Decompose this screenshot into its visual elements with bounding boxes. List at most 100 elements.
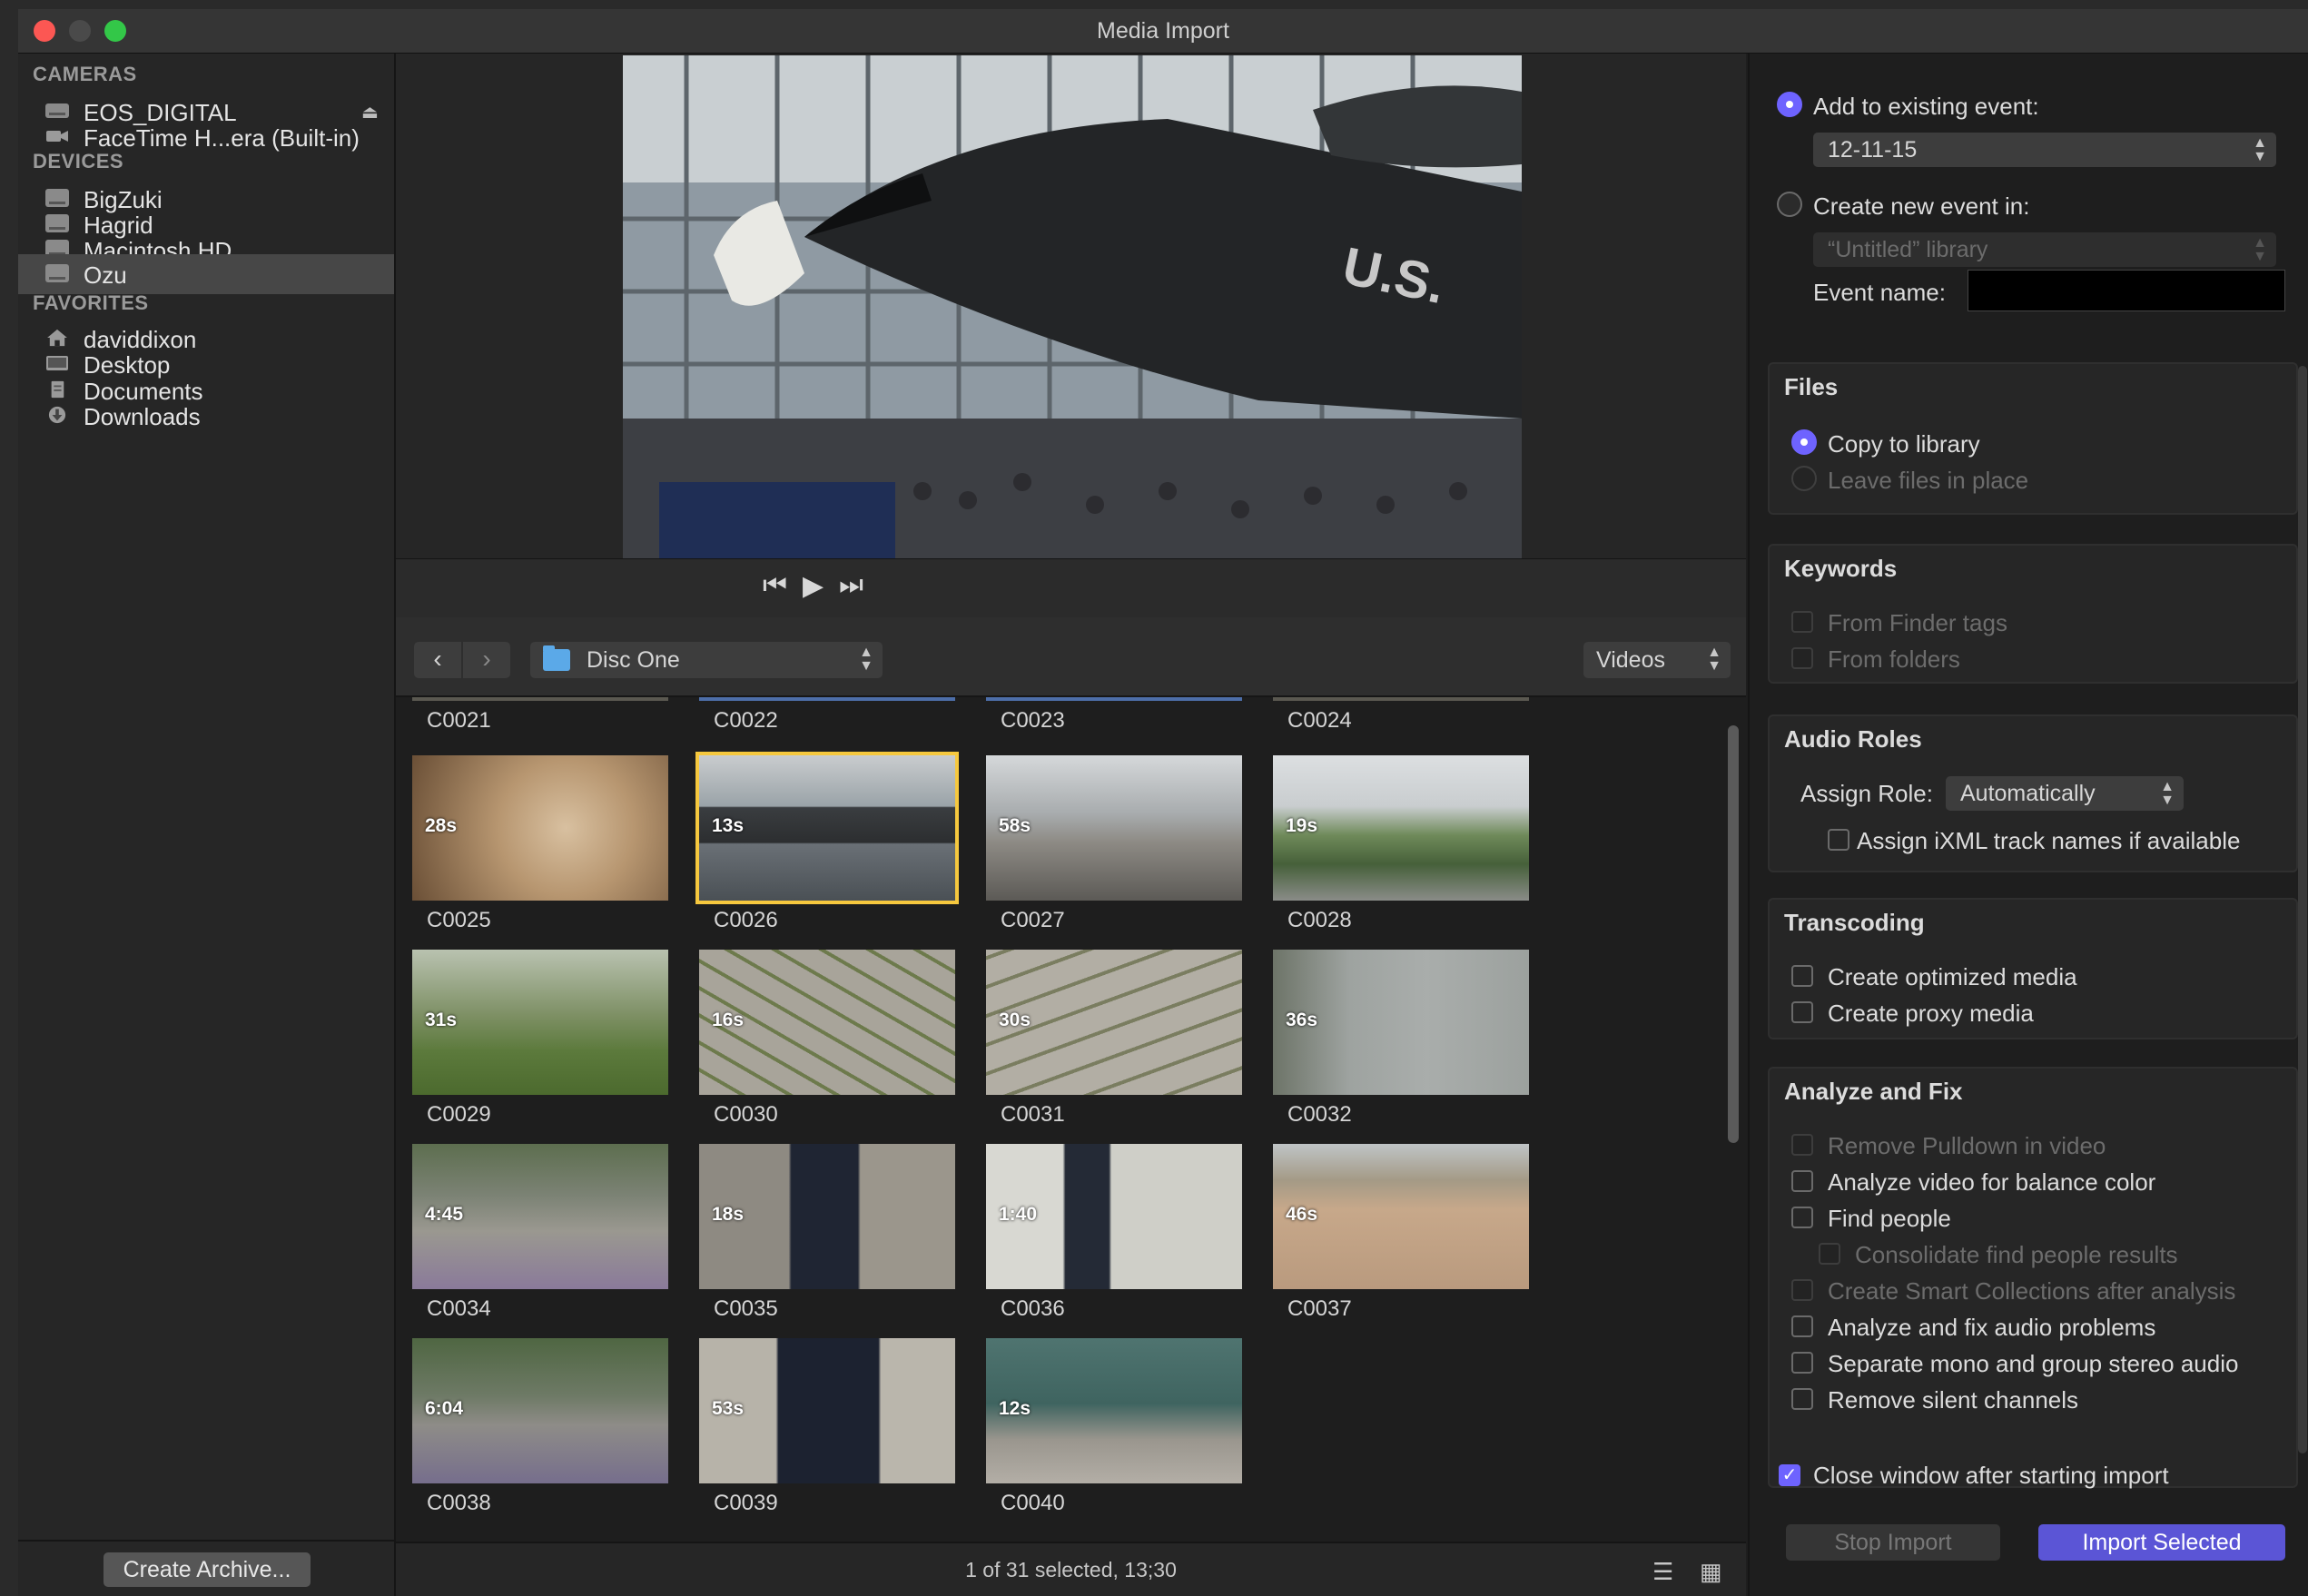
remove-pulldown-label: Remove Pulldown in video [1828, 1132, 2106, 1159]
next-clip-button[interactable]: ⏭ [839, 570, 863, 601]
preview-image: U.S. [623, 55, 1522, 558]
copy-to-library-label: Copy to library [1828, 430, 1980, 458]
sidebar-item-label: Downloads [84, 403, 201, 430]
hard-disk-icon [45, 264, 69, 282]
clip-name: C0026 [714, 908, 778, 932]
clip-name: C0032 [1287, 1102, 1352, 1127]
devices-heading: DEVICES [33, 150, 124, 172]
folder-popup[interactable]: Disc One ▲ ▼ [530, 642, 883, 678]
back-button[interactable]: ‹ [414, 642, 461, 678]
clip-name: C0036 [1001, 1296, 1065, 1321]
folder-popup-label: Disc One [587, 647, 680, 673]
assign-role-value: Automatically [1960, 781, 2096, 806]
assign-ixml-checkbox[interactable] [1828, 829, 1849, 851]
center-panel: U.S. ⏮ ▶ ⏭ ‹ › Disc One ▲ ▼ Videos ▲ ▼ C… [396, 54, 1746, 1596]
clip-duration: 4:45 [425, 1204, 464, 1225]
media-filter-popup[interactable]: Videos ▲ ▼ [1583, 642, 1731, 678]
analyze-audio-problems-label: Analyze and fix audio problems [1828, 1314, 2156, 1341]
updown-chevron-icon: ▲ ▼ [2160, 779, 2175, 808]
analyze-and-fix-section: Analyze and Fix Remove Pulldown in video… [1768, 1067, 2298, 1488]
facetime-camera-icon [46, 131, 68, 142]
sidebar-item-label: Ozu [84, 261, 127, 289]
camera-card-icon [45, 103, 69, 118]
add-to-existing-event-label: Add to existing event: [1813, 93, 2039, 120]
clip-name: C0027 [1001, 908, 1065, 932]
import-options-panel: Add to existing event: 12-11-15 ▲ ▼ Creat… [1748, 54, 2308, 1596]
clip-name: C0031 [1001, 1102, 1065, 1127]
browser-toolbar: ‹ › Disc One ▲ ▼ Videos ▲ ▼ [396, 617, 1746, 697]
folder-icon [543, 645, 570, 671]
leave-files-in-place-radio[interactable] [1791, 466, 1817, 491]
audio-roles-heading: Audio Roles [1784, 725, 1922, 753]
clip-name: C0030 [714, 1102, 778, 1127]
remove-pulldown-checkbox[interactable] [1791, 1134, 1813, 1156]
existing-event-value: 12-11-15 [1828, 137, 1918, 163]
clip-name: C0040 [1001, 1491, 1065, 1515]
options-scrollbar[interactable] [2298, 366, 2307, 1453]
favorites-heading: FAVORITES [33, 291, 149, 314]
create-archive-button[interactable]: Create Archive... [104, 1552, 311, 1587]
create-proxy-media-checkbox[interactable] [1791, 1001, 1813, 1023]
clip-name: C0023 [1001, 708, 1065, 733]
clip-name: C0037 [1287, 1296, 1352, 1321]
close-window-label: Close window after starting import [1813, 1462, 2169, 1489]
clip-grid-scrollbar[interactable] [1728, 725, 1739, 1143]
transport-controls: ⏮ ▶ ⏭ [396, 558, 1746, 618]
sidebar-item-ozu[interactable]: Ozu [18, 254, 394, 294]
separate-mono-checkbox[interactable] [1791, 1352, 1813, 1374]
assign-role-popup[interactable]: Automatically ▲ ▼ [1946, 776, 2184, 811]
from-finder-tags-label: From Finder tags [1828, 609, 2007, 636]
analyze-balance-color-label: Analyze video for balance color [1828, 1168, 2156, 1196]
previous-clip-button[interactable]: ⏮ [763, 570, 787, 601]
selection-status: 1 of 31 selected, 13;30 [965, 1558, 1177, 1581]
analyze-balance-color-checkbox[interactable] [1791, 1170, 1813, 1192]
clip-duration: 36s [1286, 1010, 1318, 1030]
stop-import-button[interactable]: Stop Import [1786, 1524, 2000, 1561]
find-people-checkbox[interactable] [1791, 1207, 1813, 1228]
transcoding-heading: Transcoding [1784, 909, 1925, 936]
create-optimized-media-checkbox[interactable] [1791, 965, 1813, 987]
updown-chevron-icon: ▲ ▼ [2253, 135, 2267, 164]
clip-duration: 18s [712, 1204, 745, 1225]
media-filter-label: Videos [1596, 647, 1665, 673]
new-event-library-popup[interactable]: “Untitled” library ▲ ▼ [1813, 232, 2276, 267]
assign-ixml-label: Assign iXML track names if available [1857, 827, 2241, 854]
existing-event-popup[interactable]: 12-11-15 ▲ ▼ [1813, 133, 2276, 167]
from-folders-label: From folders [1828, 645, 1960, 673]
downloads-icon [48, 406, 66, 424]
files-heading: Files [1784, 373, 1839, 400]
clip-name: C0038 [427, 1491, 491, 1515]
updown-chevron-icon: ▲ ▼ [859, 645, 873, 674]
forward-button[interactable]: › [463, 642, 510, 678]
clip-duration: 6:04 [425, 1398, 464, 1419]
keywords-heading: Keywords [1784, 555, 1898, 582]
remove-silent-channels-checkbox[interactable] [1791, 1388, 1813, 1410]
play-button[interactable]: ▶ [803, 570, 824, 602]
analyze-audio-problems-checkbox[interactable] [1791, 1315, 1813, 1337]
updown-chevron-icon: ▲ ▼ [2253, 235, 2267, 264]
window-title: Media Import [1097, 18, 1229, 44]
add-to-existing-event-radio[interactable] [1777, 92, 1802, 117]
clip-name: C0024 [1287, 708, 1352, 733]
updown-chevron-icon: ▲ ▼ [1707, 645, 1721, 674]
event-name-label: Event name: [1813, 279, 1946, 306]
create-smart-collections-checkbox[interactable] [1791, 1279, 1813, 1301]
close-window-checkbox[interactable]: ✓ [1779, 1464, 1800, 1486]
clip-duration: 31s [425, 1010, 458, 1030]
from-finder-tags-checkbox[interactable] [1791, 611, 1813, 633]
sidebar-item-downloads[interactable]: Downloads [18, 396, 394, 436]
event-name-field[interactable] [1968, 270, 2285, 311]
import-selected-button[interactable]: Import Selected [2038, 1524, 2285, 1561]
create-proxy-media-label: Create proxy media [1828, 1000, 2034, 1027]
clip-name: C0039 [714, 1491, 778, 1515]
clip-duration: 53s [712, 1398, 745, 1419]
filmstrip-view-icon[interactable]: ▦ [1700, 1558, 1722, 1586]
sidebar: CAMERAS EOS_DIGITAL ⏏ FaceTime H...era (… [18, 54, 396, 1596]
list-view-icon[interactable]: ☰ [1652, 1558, 1673, 1586]
from-folders-checkbox[interactable] [1791, 647, 1813, 669]
consolidate-find-people-checkbox[interactable] [1819, 1243, 1840, 1265]
create-new-event-radio[interactable] [1777, 192, 1802, 217]
copy-to-library-radio[interactable] [1791, 429, 1817, 455]
clip-grid: C0021 C0022 C0023 C0024 28s C0025 13s C0… [396, 697, 1746, 1542]
clip-name: C0035 [714, 1296, 778, 1321]
